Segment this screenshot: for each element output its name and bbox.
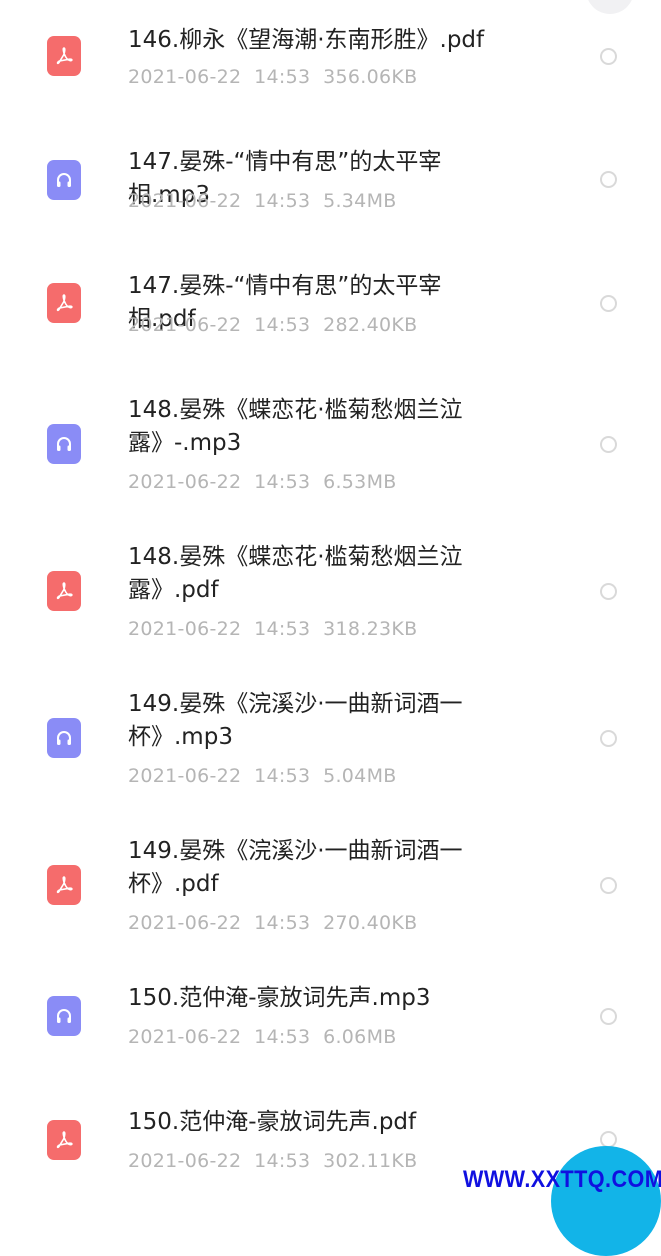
- file-size: 5.34MB: [323, 190, 397, 212]
- file-name: 149.晏殊《浣溪沙·一曲新词酒一 杯》.pdf: [128, 838, 463, 897]
- audio-file-icon: [47, 424, 81, 464]
- file-size: 270.40KB: [323, 912, 418, 934]
- file-size: 302.11KB: [323, 1150, 418, 1172]
- file-meta: 2021-06-22 14:53 318.23KB: [128, 618, 417, 640]
- select-radio[interactable]: [600, 171, 617, 188]
- pdf-file-icon: [47, 571, 81, 611]
- file-date: 2021-06-22: [128, 66, 242, 88]
- file-time: 14:53: [254, 1150, 311, 1172]
- file-date: 2021-06-22: [128, 471, 242, 493]
- file-time: 14:53: [254, 471, 311, 493]
- file-meta: 2021-06-22 14:53 6.53MB: [128, 471, 397, 493]
- file-name: 148.晏殊《蝶恋花·槛菊愁烟兰泣 露》-.mp3: [128, 397, 463, 456]
- file-size: 6.06MB: [323, 1026, 397, 1048]
- file-date: 2021-06-22: [128, 912, 242, 934]
- select-radio[interactable]: [600, 877, 617, 894]
- file-size: 356.06KB: [323, 66, 418, 88]
- file-meta: 2021-06-22 14:53 5.34MB: [128, 190, 397, 212]
- file-meta: 2021-06-22 14:53 302.11KB: [128, 1150, 417, 1172]
- file-meta: 2021-06-22 14:53 356.06KB: [128, 66, 417, 88]
- top-action-button[interactable]: [586, 0, 634, 14]
- file-size: 6.53MB: [323, 471, 397, 493]
- file-time: 14:53: [254, 1026, 311, 1048]
- file-meta: 2021-06-22 14:53 5.04MB: [128, 765, 397, 787]
- file-time: 14:53: [254, 765, 311, 787]
- select-radio[interactable]: [600, 436, 617, 453]
- file-time: 14:53: [254, 912, 311, 934]
- file-date: 2021-06-22: [128, 1150, 242, 1172]
- file-meta: 2021-06-22 14:53 270.40KB: [128, 912, 417, 934]
- file-name: 150.范仲淹-豪放词先声.pdf: [128, 1109, 417, 1135]
- file-time: 14:53: [254, 314, 311, 336]
- audio-file-icon: [47, 160, 81, 200]
- file-name: 146.柳永《望海潮·东南形胜》.pdf: [128, 27, 485, 53]
- pdf-file-icon: [47, 36, 81, 76]
- audio-file-icon: [47, 718, 81, 758]
- select-radio[interactable]: [600, 1008, 617, 1025]
- file-date: 2021-06-22: [128, 314, 242, 336]
- file-date: 2021-06-22: [128, 765, 242, 787]
- pdf-file-icon: [47, 1120, 81, 1160]
- select-radio[interactable]: [600, 48, 617, 65]
- file-date: 2021-06-22: [128, 1026, 242, 1048]
- pdf-file-icon: [47, 283, 81, 323]
- file-time: 14:53: [254, 66, 311, 88]
- file-meta: 2021-06-22 14:53 6.06MB: [128, 1026, 397, 1048]
- file-size: 282.40KB: [323, 314, 418, 336]
- file-name: 150.范仲淹-豪放词先声.mp3: [128, 985, 431, 1011]
- pdf-file-icon: [47, 865, 81, 905]
- file-size: 318.23KB: [323, 618, 418, 640]
- select-radio[interactable]: [600, 583, 617, 600]
- file-time: 14:53: [254, 618, 311, 640]
- file-name: 149.晏殊《浣溪沙·一曲新词酒一 杯》.mp3: [128, 691, 463, 750]
- watermark-text: WWW.XXTTQ.COM: [463, 1166, 661, 1193]
- file-name: 148.晏殊《蝶恋花·槛菊愁烟兰泣 露》.pdf: [128, 544, 463, 603]
- file-date: 2021-06-22: [128, 190, 242, 212]
- audio-file-icon: [47, 996, 81, 1036]
- file-date: 2021-06-22: [128, 618, 242, 640]
- floating-action-button[interactable]: [551, 1146, 661, 1256]
- file-time: 14:53: [254, 190, 311, 212]
- select-radio[interactable]: [600, 730, 617, 747]
- file-meta: 2021-06-22 14:53 282.40KB: [128, 314, 417, 336]
- file-size: 5.04MB: [323, 765, 397, 787]
- select-radio[interactable]: [600, 295, 617, 312]
